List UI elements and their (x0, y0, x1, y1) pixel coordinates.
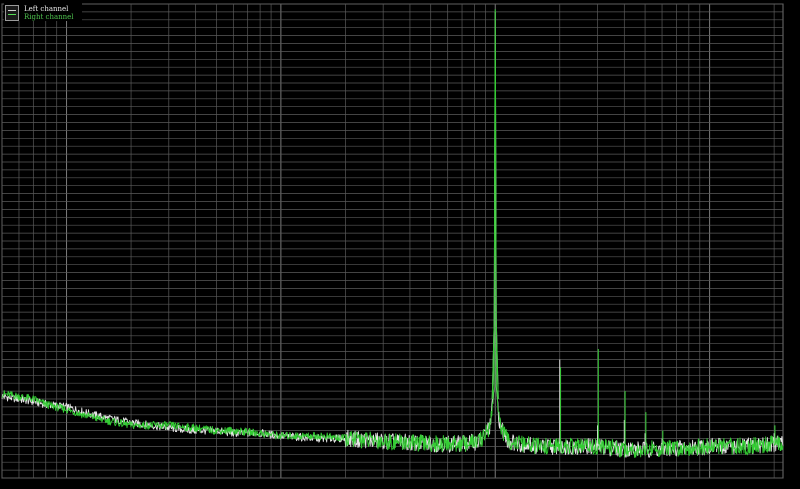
legend-item-left-channel: Left channel (24, 5, 69, 13)
legend: Left channel Right channel (4, 3, 82, 21)
spectrum-plot (1, 3, 784, 479)
spectrum-chart: Left channel Right channel (0, 0, 800, 489)
legend-icon[interactable] (5, 5, 19, 21)
legend-item-right-channel: Right channel (24, 13, 74, 21)
